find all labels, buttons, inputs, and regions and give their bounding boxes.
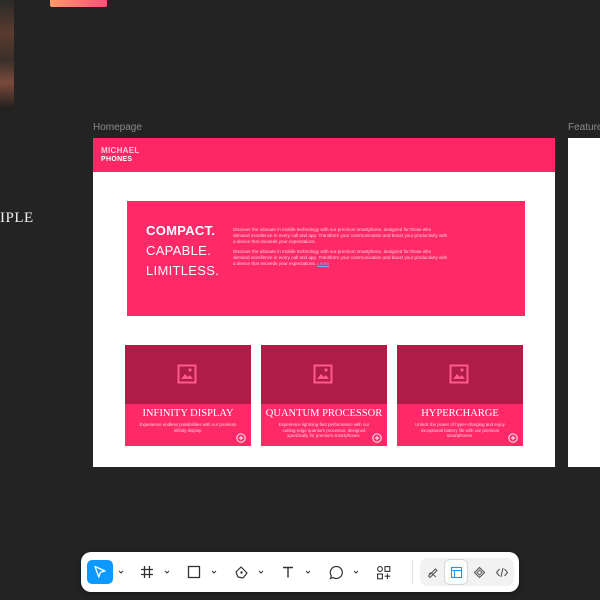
card-title: QUANTUM PROCESSOR <box>265 408 383 419</box>
card-image-placeholder <box>261 345 387 404</box>
design-mode-button[interactable] <box>445 560 467 584</box>
feature-frame[interactable] <box>568 138 600 467</box>
photo-fragment[interactable] <box>0 0 14 110</box>
card-description: Experience endless possibilities with ou… <box>139 422 237 433</box>
design-layout-icon <box>450 566 462 578</box>
frame-label-feature[interactable]: Feature <box>568 122 600 133</box>
canvas-text-fragment[interactable]: IPLE <box>0 210 34 227</box>
draw-squiggle-icon <box>427 567 438 578</box>
frame-label-homepage[interactable]: Homepage <box>93 122 142 133</box>
frame-tool-button[interactable] <box>135 560 159 584</box>
toolbar-divider <box>412 560 413 584</box>
text-tool-button[interactable] <box>276 560 300 584</box>
hero-learn-link[interactable]: Learn <box>317 261 329 266</box>
diamond-icon <box>473 566 485 578</box>
comment-tool-button[interactable] <box>324 560 348 584</box>
homepage-frame[interactable]: MICHAEL PHONES COMPACT. CAPABLE. LIMITLE… <box>93 138 555 467</box>
brand-name-line1: MICHAEL <box>101 146 140 155</box>
card-description: Experience lightning-fast performance wi… <box>278 422 370 438</box>
shapes-plus-icon <box>376 565 390 579</box>
image-icon <box>177 364 197 384</box>
hero-headline-3: LIMITLESS. <box>146 263 220 278</box>
site-header: MICHAEL PHONES <box>93 138 555 172</box>
chevron-down-icon[interactable] <box>117 568 125 576</box>
prototype-mode-button[interactable] <box>468 560 490 584</box>
image-icon <box>313 364 333 384</box>
feature-card: INFINITY DISPLAY Experience endless poss… <box>125 345 251 446</box>
mode-switcher <box>420 558 514 586</box>
brand-name-line2: PHONES <box>101 156 133 163</box>
draw-mode-button[interactable] <box>422 560 444 584</box>
plus-circle-icon[interactable] <box>236 433 246 443</box>
feature-card: HYPERCHARGE Unlock the power of hyper-ch… <box>397 345 523 446</box>
hero-paragraph-2-text: Discover the ultimate in mobile technolo… <box>233 249 448 266</box>
image-icon <box>449 364 469 384</box>
rectangle-icon <box>187 565 201 579</box>
shape-tool-button[interactable] <box>182 560 206 584</box>
card-title: HYPERCHARGE <box>421 408 499 419</box>
hero-headline-2: CAPABLE. <box>146 243 212 258</box>
design-toolbar <box>81 552 519 592</box>
chevron-down-icon[interactable] <box>257 568 265 576</box>
chevron-down-icon[interactable] <box>352 568 360 576</box>
code-brackets-icon <box>495 567 509 577</box>
thumbnail-fragment[interactable] <box>50 0 107 7</box>
speech-bubble-icon <box>329 565 343 580</box>
hero-headline-1: COMPACT. <box>146 223 216 238</box>
hero-paragraph-1: Discover the ultimate in mobile technolo… <box>233 227 448 244</box>
chevron-down-icon[interactable] <box>304 568 312 576</box>
plus-circle-icon[interactable] <box>508 433 518 443</box>
chevron-down-icon[interactable] <box>210 568 218 576</box>
pen-nib-icon <box>234 565 248 579</box>
card-description: Unlock the power of hyper-charging and e… <box>415 422 505 438</box>
plus-circle-icon[interactable] <box>372 433 382 443</box>
dev-mode-button[interactable] <box>491 560 513 584</box>
frame-hash-icon <box>141 566 153 578</box>
hero-section: COMPACT. CAPABLE. LIMITLESS. Discover th… <box>127 201 525 316</box>
pen-tool-button[interactable] <box>229 560 253 584</box>
cursor-arrow-icon <box>94 565 106 578</box>
card-image-placeholder <box>397 345 523 404</box>
chevron-down-icon[interactable] <box>163 568 171 576</box>
hero-paragraph-2: Discover the ultimate in mobile technolo… <box>233 249 448 267</box>
text-t-icon <box>283 566 293 578</box>
card-title: INFINITY DISPLAY <box>142 408 234 419</box>
card-image-placeholder <box>125 345 251 404</box>
actions-tool-button[interactable] <box>371 560 395 584</box>
move-tool-button[interactable] <box>87 560 113 584</box>
feature-card: QUANTUM PROCESSOR Experience lightning-f… <box>261 345 387 446</box>
